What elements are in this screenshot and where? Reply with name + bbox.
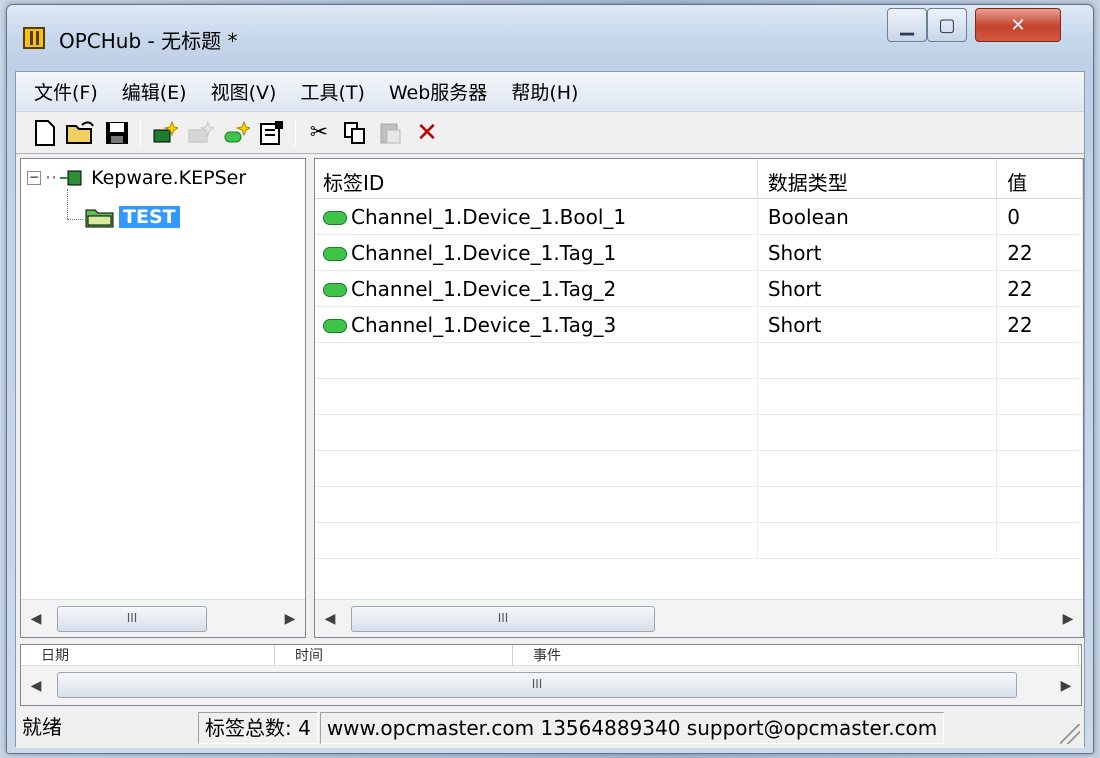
scroll-left-icon[interactable]: ◀ [21, 611, 51, 627]
table-row[interactable]: Channel_1.Device_1.Bool_1 Boolean 0 [315, 199, 1083, 235]
menu-file[interactable]: 文件(F) [22, 78, 110, 105]
value-cell: 0 [997, 199, 1083, 235]
empty-row [315, 415, 1083, 451]
save-icon[interactable] [102, 118, 132, 148]
title-bar[interactable]: OPCHub - 无标题 * ▁ ▢ ✕ [7, 5, 1093, 71]
tree-connector [67, 189, 68, 219]
maximize-button[interactable]: ▢ [927, 8, 967, 42]
folder-icon [85, 209, 114, 228]
copy-icon[interactable] [340, 118, 370, 148]
status-bar: 就绪 标签总数: 4 www.opcmaster.com 13564889340… [16, 708, 1084, 748]
tag-list-pane[interactable]: 标签ID 数据类型 值 Channel_1.Device_1.Bool_1 Bo… [314, 158, 1084, 638]
window-title: OPCHub - 无标题 * [59, 29, 238, 53]
menu-help[interactable]: 帮助(H) [499, 78, 590, 105]
tag-id-cell: Channel_1.Device_1.Tag_3 [315, 307, 758, 343]
log-pane[interactable]: 日期 时间 事件 ◀ III ▶ [20, 644, 1082, 706]
collapse-icon[interactable]: − [27, 171, 41, 185]
tag-icon [323, 211, 347, 225]
add-server-icon[interactable] [149, 118, 179, 148]
toolbar-separator [140, 118, 141, 147]
tag-id-cell: Channel_1.Device_1.Tag_1 [315, 235, 758, 271]
value-cell: 22 [997, 235, 1083, 271]
empty-row [315, 451, 1083, 487]
value-cell: 22 [997, 271, 1083, 307]
column-header-value[interactable]: 值 [997, 159, 1083, 199]
new-file-icon[interactable] [30, 118, 60, 148]
empty-row [315, 523, 1083, 559]
column-header-data-type[interactable]: 数据类型 [758, 159, 998, 199]
scrollbar-thumb[interactable]: III [351, 606, 655, 632]
log-header: 日期 时间 事件 [21, 645, 1081, 665]
tree-connector [67, 219, 83, 220]
app-window: OPCHub - 无标题 * ▁ ▢ ✕ 文件(F) 编辑(E) 视图(V) 工… [6, 4, 1094, 754]
table-row[interactable]: Channel_1.Device_1.Tag_3 Short 22 [315, 307, 1083, 343]
value-cell: 22 [997, 307, 1083, 343]
paste-icon[interactable] [376, 118, 406, 148]
menu-view[interactable]: 视图(V) [199, 78, 289, 105]
tag-icon [323, 319, 347, 333]
add-tag-icon[interactable] [221, 118, 251, 148]
scrollbar-thumb[interactable]: III [57, 606, 207, 632]
empty-row [315, 487, 1083, 523]
table-row[interactable]: Channel_1.Device_1.Tag_1 Short 22 [315, 235, 1083, 271]
log-column-date[interactable]: 日期 [21, 645, 275, 665]
tree-node-server[interactable]: − ·· Kepware.KEPSer [27, 167, 246, 189]
scroll-left-icon[interactable]: ◀ [315, 611, 345, 627]
data-type-cell: Short [758, 271, 998, 307]
table-row[interactable]: Channel_1.Device_1.Tag_2 Short 22 [315, 271, 1083, 307]
delete-icon[interactable]: ✕ [412, 118, 442, 148]
empty-row [315, 379, 1083, 415]
status-tag-count: 标签总数: 4 [198, 712, 318, 744]
data-type-cell: Boolean [758, 199, 998, 235]
close-button[interactable]: ✕ [975, 8, 1061, 42]
client-area: 文件(F) 编辑(E) 视图(V) 工具(T) Web服务器 帮助(H) ✂ ✕… [15, 71, 1085, 748]
tag-id-cell: Channel_1.Device_1.Bool_1 [315, 199, 758, 235]
cut-icon[interactable]: ✂ [304, 118, 334, 148]
toolbar: ✂ ✕ [16, 112, 1084, 154]
open-folder-icon[interactable] [66, 118, 96, 148]
menu-edit[interactable]: 编辑(E) [110, 78, 199, 105]
tag-icon [323, 283, 347, 297]
scroll-right-icon[interactable]: ▶ [1053, 611, 1083, 627]
log-horizontal-scrollbar[interactable]: ◀ III ▶ [21, 665, 1081, 705]
tree-connector: ·· [45, 167, 58, 189]
data-type-cell: Short [758, 307, 998, 343]
tag-id-cell: Channel_1.Device_1.Tag_2 [315, 271, 758, 307]
tree-node-group[interactable]: TEST [85, 205, 180, 229]
scroll-left-icon[interactable]: ◀ [21, 678, 51, 694]
toolbar-separator [295, 118, 296, 147]
menu-tools[interactable]: 工具(T) [288, 78, 376, 105]
tree-server-label: Kepware.KEPSer [91, 167, 247, 189]
column-header-tag-id[interactable]: 标签ID [315, 159, 758, 199]
scrollbar-thumb[interactable]: III [57, 672, 1017, 698]
app-icon[interactable] [23, 27, 45, 49]
status-ready: 就绪 [22, 715, 62, 739]
add-group-icon[interactable] [185, 118, 215, 148]
menu-bar: 文件(F) 编辑(E) 视图(V) 工具(T) Web服务器 帮助(H) [16, 72, 1084, 112]
properties-icon[interactable] [257, 118, 287, 148]
minimize-button[interactable]: ▁ [887, 8, 927, 42]
server-icon [60, 170, 82, 186]
tag-icon [323, 247, 347, 261]
status-contact: www.opcmaster.com 13564889340 support@op… [319, 712, 945, 744]
empty-row [315, 343, 1083, 379]
tree-horizontal-scrollbar[interactable]: ◀ III ▶ [21, 599, 305, 637]
menu-web-server[interactable]: Web服务器 [377, 78, 499, 105]
scroll-right-icon[interactable]: ▶ [1051, 678, 1081, 694]
resize-grip-icon[interactable] [1060, 724, 1080, 744]
list-rows: Channel_1.Device_1.Bool_1 Boolean 0 Chan… [315, 199, 1083, 559]
log-column-time[interactable]: 时间 [275, 645, 513, 665]
scroll-right-icon[interactable]: ▶ [275, 611, 305, 627]
log-column-event[interactable]: 事件 [513, 645, 1079, 665]
list-horizontal-scrollbar[interactable]: ◀ III ▶ [315, 599, 1083, 637]
data-type-cell: Short [758, 235, 998, 271]
tree-group-label: TEST [119, 206, 180, 228]
list-header: 标签ID 数据类型 值 [315, 159, 1083, 199]
tree-pane[interactable]: − ·· Kepware.KEPSer TEST ◀ III ▶ [20, 158, 306, 638]
